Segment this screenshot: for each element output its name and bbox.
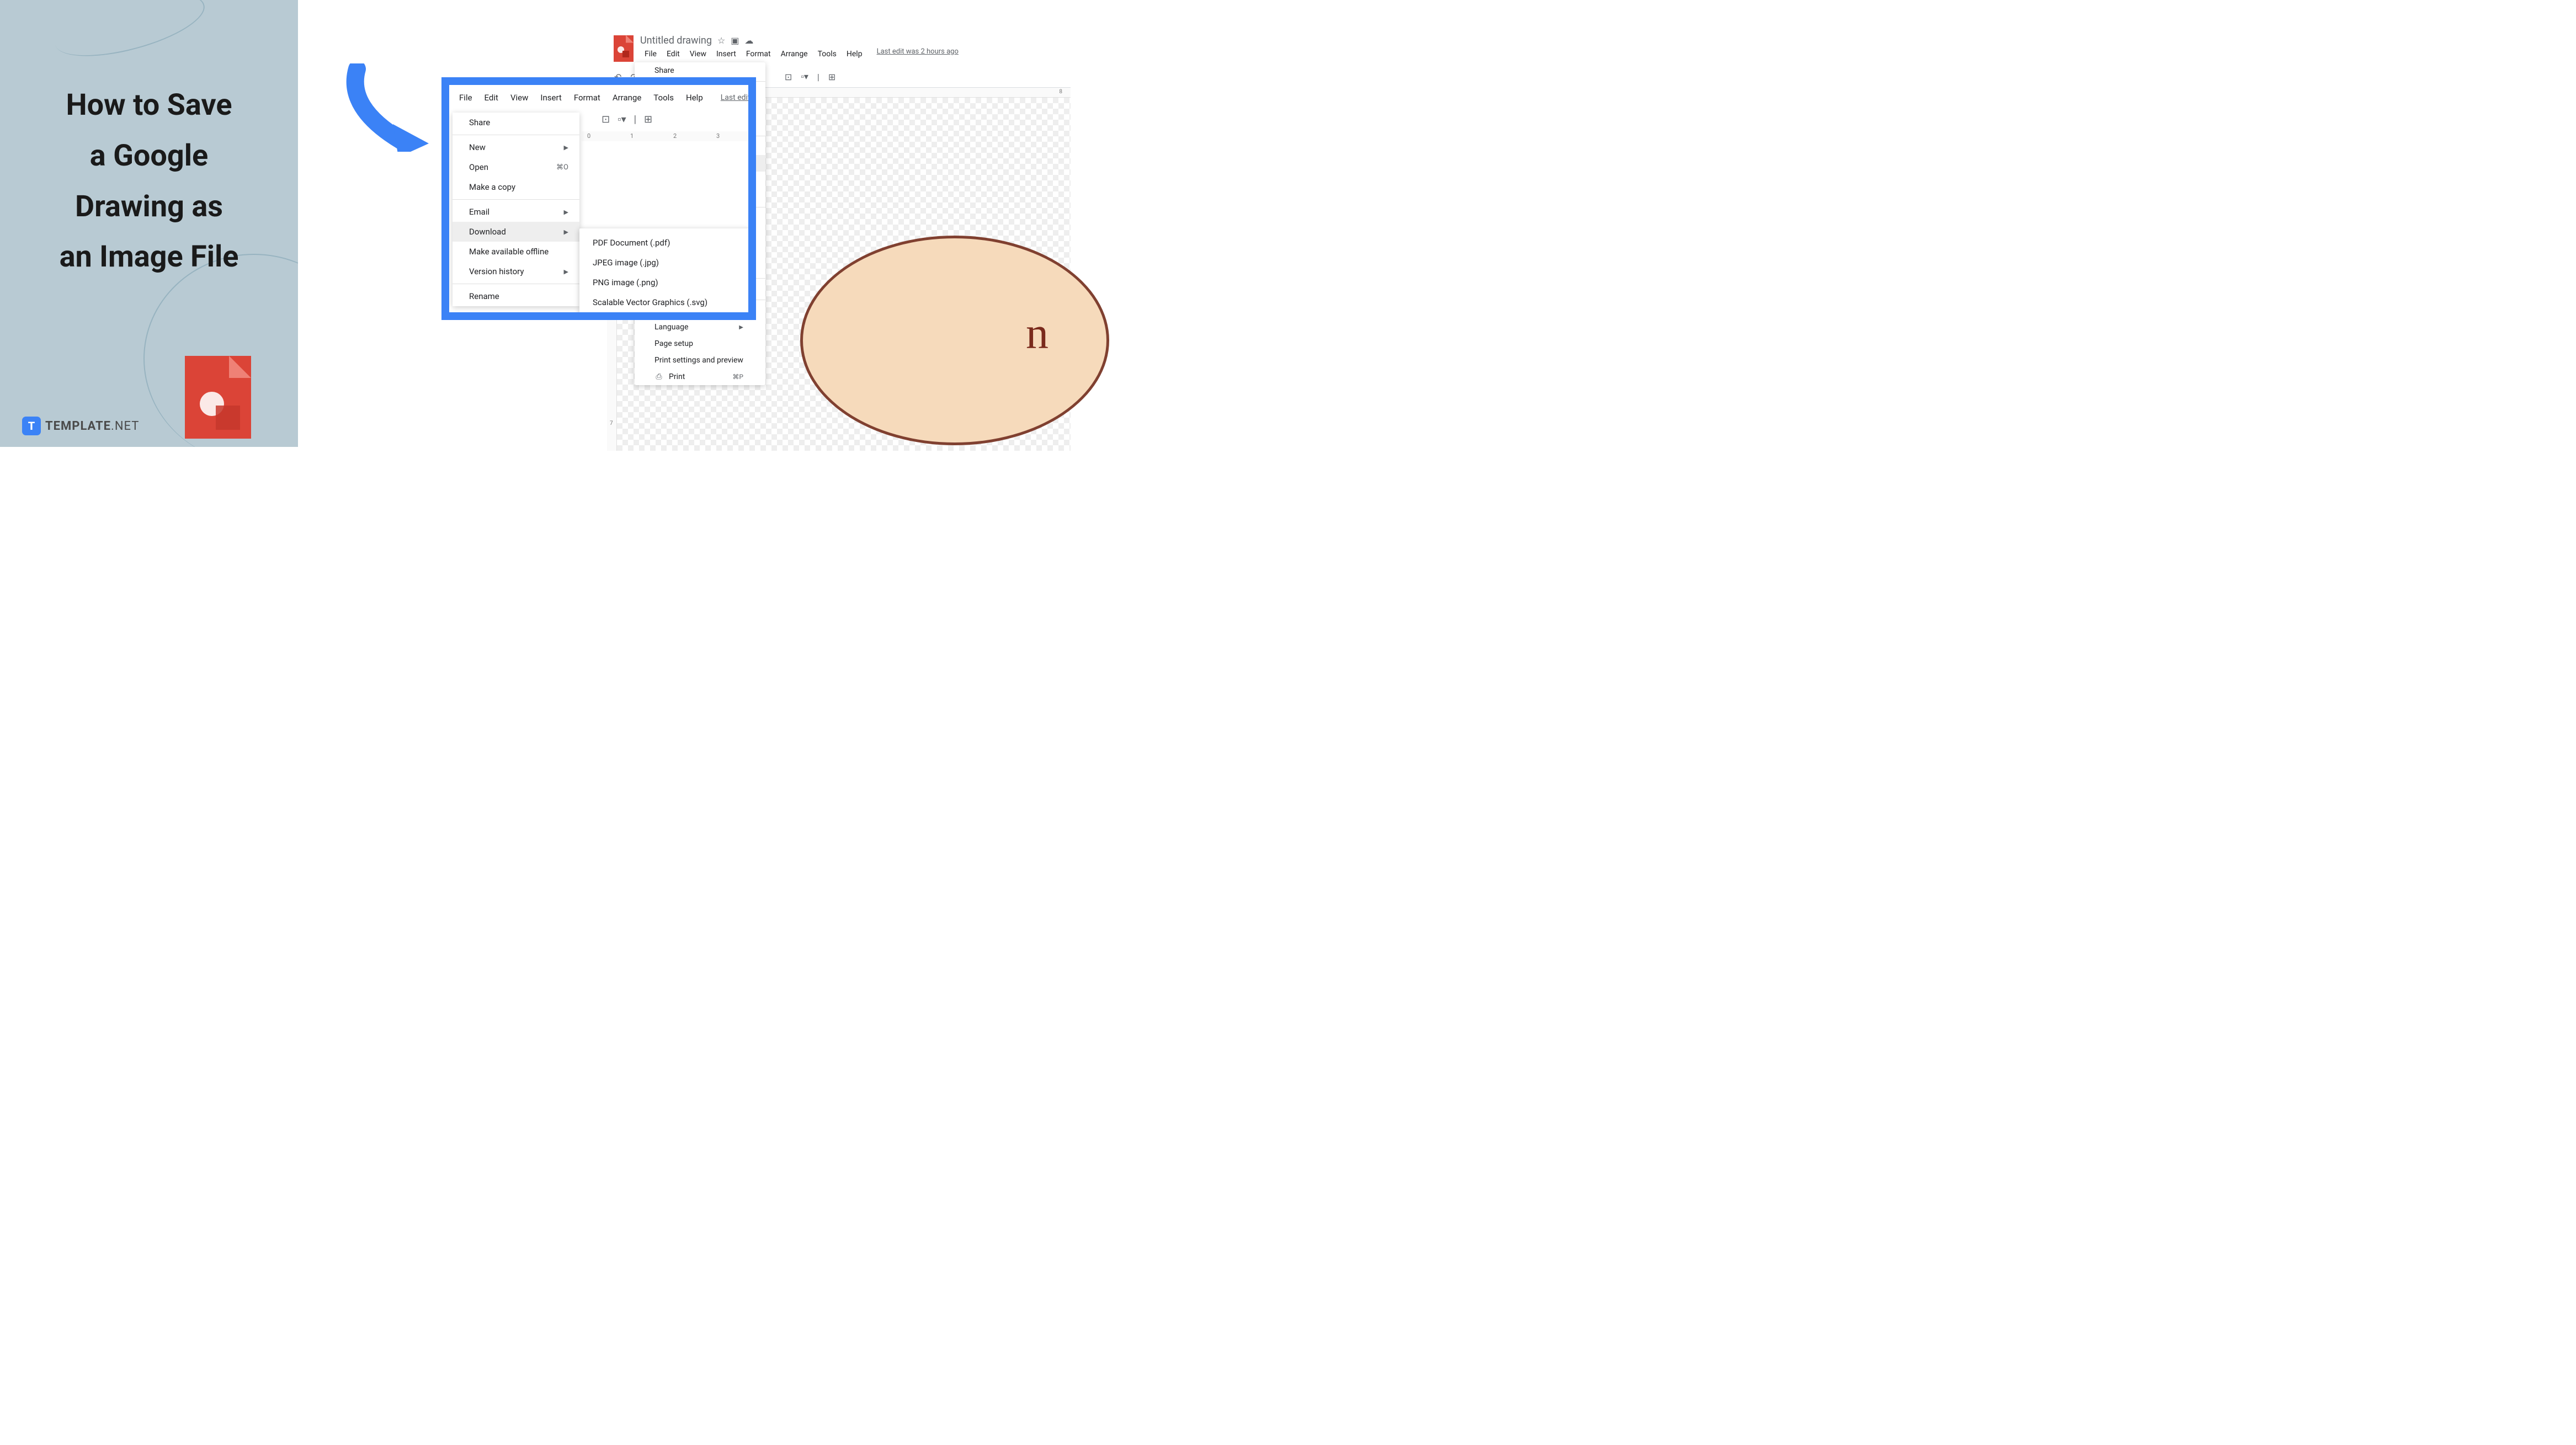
file-menu-detail: Share New▶ Open⌘O Make a copy Email▶ Dow… — [453, 113, 579, 306]
detail-horizontal-ruler: 0 1 2 3 4 — [582, 131, 748, 141]
menu-share[interactable]: Share — [635, 62, 765, 79]
article-title: How to Save a Google Drawing as an Image… — [33, 80, 265, 282]
menu-print-settings[interactable]: Print settings and preview — [635, 352, 765, 369]
menu-view[interactable]: View — [685, 47, 711, 61]
menu-print[interactable]: ⎙Print⌘P — [635, 369, 765, 385]
more-icon[interactable]: ⊞ — [644, 114, 652, 125]
menu-offline[interactable]: Make available offline — [453, 242, 579, 262]
download-submenu: PDF Document (.pdf) JPEG image (.jpg) PN… — [579, 228, 751, 317]
cloud-status-icon: ☁ — [744, 35, 753, 46]
textbox-icon[interactable]: ⊡ — [602, 114, 610, 125]
arrow-annotation — [340, 63, 429, 152]
menu-share[interactable]: Share — [453, 113, 579, 132]
google-drawings-icon — [614, 35, 634, 62]
menu-download[interactable]: Download▶ — [453, 222, 579, 242]
menu-insert[interactable]: Insert — [535, 90, 567, 105]
menu-help[interactable]: Help — [842, 47, 867, 61]
menu-help[interactable]: Help — [680, 90, 709, 105]
download-pdf[interactable]: PDF Document (.pdf) — [579, 233, 751, 253]
template-logo-icon: T — [22, 417, 41, 435]
menu-new[interactable]: New▶ — [453, 137, 579, 157]
menu-insert[interactable]: Insert — [712, 47, 741, 61]
document-title[interactable]: Untitled drawing — [640, 35, 712, 46]
detail-menubar: File Edit View Insert Format Arrange Too… — [449, 85, 748, 110]
menu-email[interactable]: Email▶ — [453, 202, 579, 222]
menu-rename[interactable]: Rename — [453, 286, 579, 306]
more-icon[interactable]: ⊞ — [827, 70, 837, 84]
menu-arrange[interactable]: Arrange — [776, 47, 812, 61]
menu-edit[interactable]: Edit — [662, 47, 684, 61]
print-icon: ⎙ — [654, 372, 663, 381]
app-header: Untitled drawing ☆ ▣ ☁ File Edit View In… — [607, 30, 1071, 66]
left-panel: How to Save a Google Drawing as an Image… — [0, 0, 298, 447]
text-letter: n — [1026, 307, 1049, 359]
menu-view[interactable]: View — [505, 90, 534, 105]
last-edit-link[interactable]: Last edit was 2 — [721, 93, 756, 102]
menu-tools[interactable]: Tools — [813, 47, 841, 61]
menu-edit[interactable]: Edit — [479, 90, 504, 105]
menu-file[interactable]: File — [454, 90, 478, 105]
menu-page-setup[interactable]: Page setup — [635, 335, 765, 352]
menu-arrange[interactable]: Arrange — [607, 90, 647, 105]
menu-format[interactable]: Format — [568, 90, 606, 105]
menu-format[interactable]: Format — [742, 47, 775, 61]
last-edit-link[interactable]: Last edit was 2 hours ago — [877, 47, 959, 61]
menu-open[interactable]: Open⌘O — [453, 157, 579, 177]
image-icon[interactable]: ▫▾ — [618, 114, 626, 125]
detail-callout: File Edit View Insert Format Arrange Too… — [441, 77, 756, 320]
menubar: File Edit View Insert Format Arrange Too… — [640, 46, 1064, 62]
ellipse-shape[interactable] — [800, 236, 1109, 445]
template-net-logo: T TEMPLATE.NET — [22, 417, 139, 435]
move-folder-icon[interactable]: ▣ — [731, 35, 739, 46]
download-png[interactable]: PNG image (.png) — [579, 273, 751, 292]
menu-language[interactable]: Language▶ — [635, 319, 765, 335]
decorative-curve — [49, 0, 211, 69]
menu-file[interactable]: File — [640, 47, 661, 61]
image-icon[interactable]: ▫▾ — [799, 70, 810, 84]
menu-make-copy[interactable]: Make a copy — [453, 177, 579, 197]
download-svg[interactable]: Scalable Vector Graphics (.svg) — [579, 292, 751, 312]
menu-tools[interactable]: Tools — [648, 90, 679, 105]
google-drawings-icon — [185, 356, 251, 439]
download-jpeg[interactable]: JPEG image (.jpg) — [579, 253, 751, 273]
menu-version-history[interactable]: Version history▶ — [453, 262, 579, 281]
textbox-icon[interactable]: ⊡ — [783, 70, 794, 84]
separator: | — [634, 114, 636, 125]
star-icon[interactable]: ☆ — [717, 35, 725, 46]
separator-icon: | — [816, 70, 821, 84]
